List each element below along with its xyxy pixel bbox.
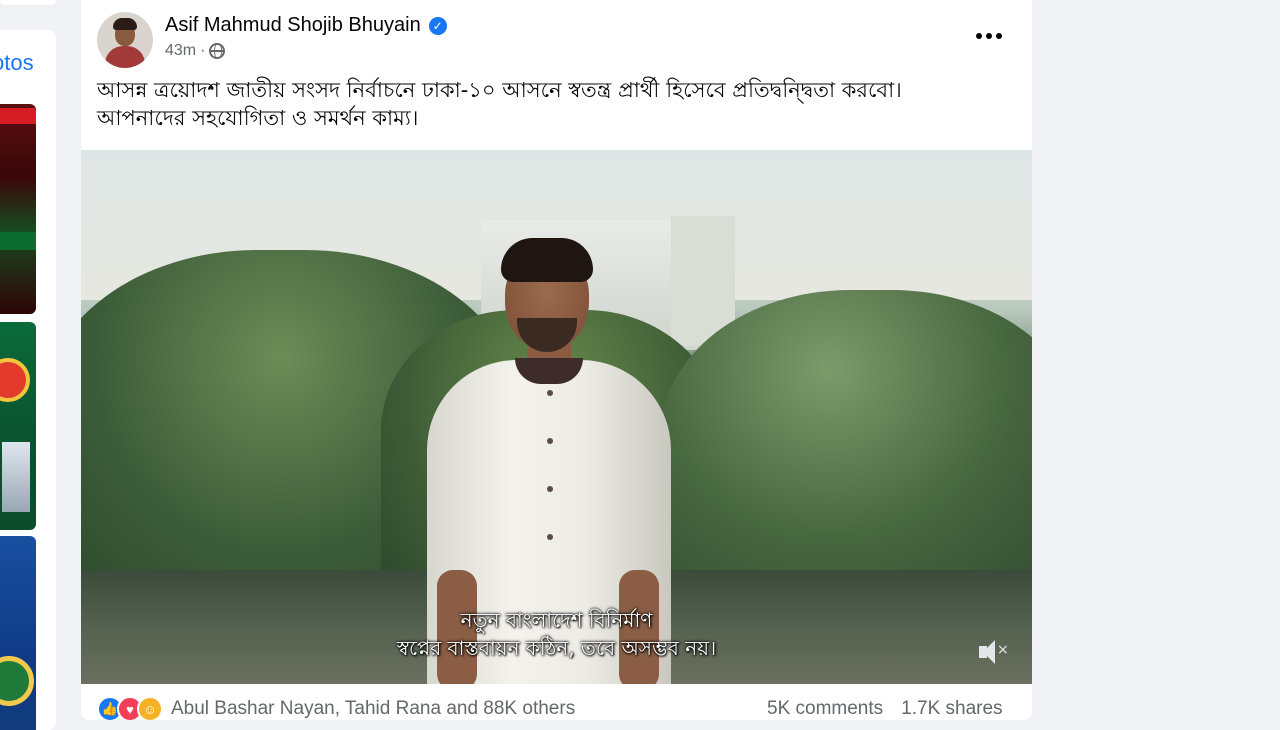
- video-player[interactable]: নতুন বাংলাদেশ বিনির্মাণ স্বপ্নের বাস্তবা…: [81, 150, 1032, 684]
- shares-count[interactable]: 1.7K shares: [901, 698, 1002, 720]
- video-person-buttons: [547, 390, 553, 540]
- dot-icon: [996, 33, 1002, 39]
- globe-icon: [209, 43, 226, 59]
- author-name[interactable]: Asif Mahmud Shojib Bhuyain: [165, 14, 421, 37]
- reactions-text[interactable]: Abul Bashar Nayan, Tahid Rana and 88K ot…: [171, 698, 575, 720]
- post-caption: আসন্ন ত্রয়োদশ জাতীয় সংসদ নির্বাচনে ঢাক…: [97, 76, 997, 132]
- caption-line: আপনাদের সহযোগিতা ও সমর্থন কাম্য।: [97, 106, 419, 130]
- photo-thumbnail[interactable]: [0, 536, 36, 730]
- dot-icon: [976, 33, 982, 39]
- dot-icon: [986, 33, 992, 39]
- care-icon: ☺: [137, 696, 163, 720]
- photos-link[interactable]: otos: [0, 50, 34, 76]
- photo-thumbnail[interactable]: [0, 104, 36, 314]
- subtitle-line: স্বপ্নের বাস্তবায়ন কঠিন, তবে অসম্ভব নয়…: [396, 636, 717, 660]
- verified-badge-icon: ✓: [428, 16, 447, 35]
- video-subtitles: নতুন বাংলাদেশ বিনির্মাণ স্বপ্নের বাস্তবা…: [81, 606, 1032, 662]
- comments-count[interactable]: 5K comments: [767, 698, 883, 720]
- reactions-summary[interactable]: 👍 ♥ ☺ Abul Bashar Nayan, Tahid Rana and …: [97, 694, 575, 720]
- photo-thumbnail[interactable]: [0, 322, 36, 530]
- engagement-counts: 5K comments 1.7K shares: [767, 694, 1003, 720]
- photos-panel: otos: [0, 30, 56, 730]
- post-meta: 43m ·: [165, 42, 226, 60]
- caption-line: আসন্ন ত্রয়োদশ জাতীয় সংসদ নির্বাচনে ঢাক…: [97, 78, 902, 102]
- mute-x-icon: ×: [997, 642, 1009, 658]
- dot-separator: ·: [200, 42, 206, 59]
- more-options-button[interactable]: [969, 24, 1009, 48]
- post-card: Asif Mahmud Shojib Bhuyain ✓ 43m · আসন্ন…: [81, 0, 1032, 720]
- video-person-hair: [501, 238, 593, 282]
- video-tree: [661, 290, 1032, 610]
- avatar[interactable]: [97, 12, 153, 68]
- reaction-icons: 👍 ♥ ☺: [97, 696, 163, 720]
- author-name-row: Asif Mahmud Shojib Bhuyain ✓: [165, 14, 447, 37]
- speaker-cone-icon: [983, 640, 995, 664]
- mute-button[interactable]: ×: [977, 638, 1011, 666]
- left-top-card: [0, 0, 56, 5]
- post-time[interactable]: 43m: [165, 42, 196, 60]
- subtitle-line: নতুন বাংলাদেশ বিনির্মাণ: [460, 608, 653, 632]
